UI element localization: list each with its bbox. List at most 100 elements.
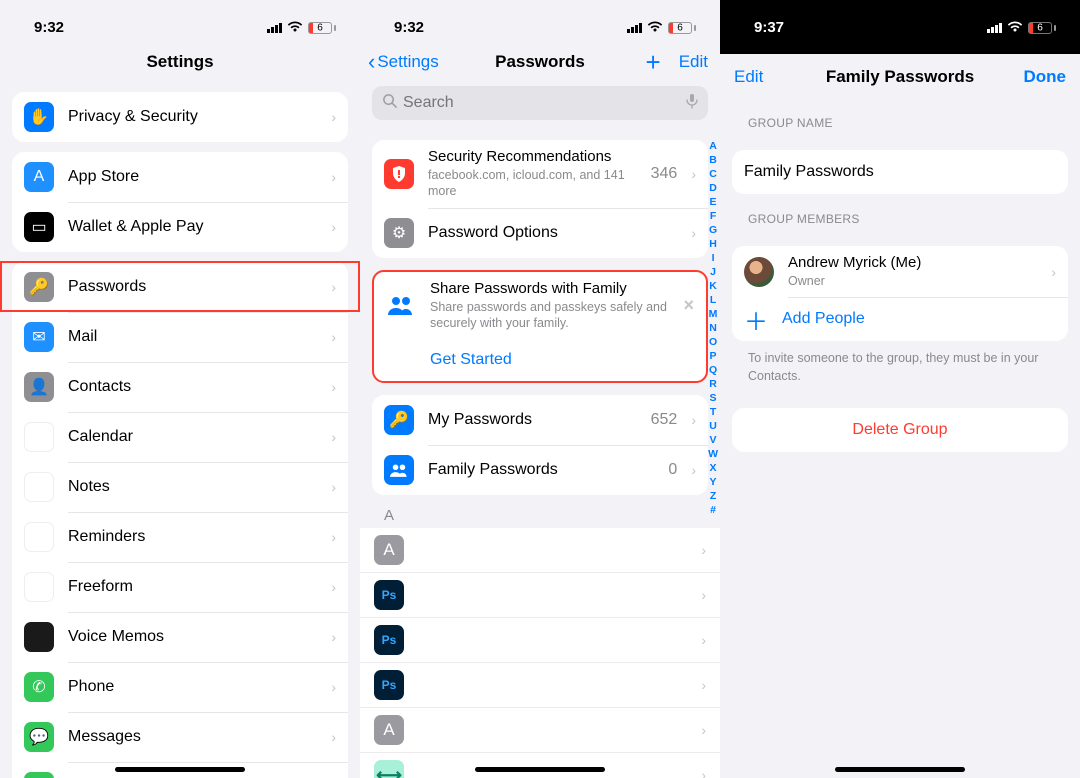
list-item[interactable]: A›: [360, 708, 720, 753]
group-name-input[interactable]: Family Passwords: [732, 150, 1068, 194]
list-item[interactable]: Ps›: [360, 573, 720, 618]
index-letter[interactable]: T: [710, 406, 716, 418]
index-letter[interactable]: X: [710, 462, 717, 474]
index-letter[interactable]: N: [709, 322, 717, 334]
alphabet-index[interactable]: ABCDEFGHIJKLMNOPQRSTUVWXYZ #: [708, 140, 718, 516]
settings-row-freeform[interactable]: Freeform›: [12, 562, 348, 612]
chevron-right-icon: ›: [331, 529, 336, 545]
index-letter[interactable]: A: [709, 140, 717, 152]
chevron-right-icon: ›: [701, 632, 706, 648]
delete-group-button[interactable]: Delete Group: [732, 408, 1068, 452]
edit-button[interactable]: Edit: [679, 52, 708, 72]
index-letter[interactable]: J: [710, 266, 716, 278]
list-item[interactable]: Ps›: [360, 663, 720, 708]
index-letter[interactable]: K: [709, 280, 717, 292]
index-letter[interactable]: Y: [710, 476, 717, 488]
index-letter[interactable]: B: [709, 154, 717, 166]
row-label: Phone: [68, 678, 317, 696]
list-item[interactable]: ⟷›: [360, 753, 720, 778]
share-family-row[interactable]: Share Passwords with Family Share passwo…: [374, 272, 706, 340]
index-letter[interactable]: #: [710, 504, 716, 516]
index-letter[interactable]: P: [710, 350, 717, 362]
settings-row-passwords[interactable]: 🔑Passwords›: [12, 262, 348, 312]
row-label: Wallet & Apple Pay: [68, 218, 317, 236]
list-item[interactable]: A›: [360, 528, 720, 573]
group-pw-lists: 🔑 My Passwords 652 › Family Passwords 0 …: [372, 395, 708, 495]
index-letter[interactable]: R: [709, 378, 717, 390]
my-pw-count: 652: [651, 411, 678, 429]
settings-row-voice-memos[interactable]: Voice Memos›: [12, 612, 348, 662]
reminders-icon: [24, 522, 54, 552]
notes-icon: [24, 472, 54, 502]
chevron-right-icon: ›: [331, 379, 336, 395]
list-item[interactable]: Ps›: [360, 618, 720, 663]
mic-icon[interactable]: [686, 93, 698, 114]
sheet-title: Family Passwords: [826, 67, 974, 87]
settings-row-notes[interactable]: Notes›: [12, 462, 348, 512]
chevron-right-icon: ›: [691, 462, 696, 478]
index-letter[interactable]: L: [710, 294, 716, 306]
index-letter[interactable]: Z: [710, 490, 716, 502]
settings-row-contacts[interactable]: 👤Contacts›: [12, 362, 348, 412]
add-people-button[interactable]: ＋ Add People: [732, 297, 1068, 341]
index-letter[interactable]: C: [709, 168, 717, 180]
index-letter[interactable]: G: [709, 224, 717, 236]
member-row[interactable]: Andrew Myrick (Me) Owner ›: [732, 246, 1068, 297]
settings-row-calendar[interactable]: Calendar›: [12, 412, 348, 462]
index-letter[interactable]: D: [709, 182, 717, 194]
password-options-row[interactable]: ⚙ Password Options ›: [372, 208, 708, 258]
index-letter[interactable]: Q: [709, 364, 717, 376]
index-letter[interactable]: W: [708, 448, 718, 460]
delete-group-cell: Delete Group: [732, 408, 1068, 452]
index-letter[interactable]: M: [709, 308, 718, 320]
row-label: Mail: [68, 328, 317, 346]
index-letter[interactable]: V: [710, 434, 717, 446]
close-icon[interactable]: ×: [683, 295, 694, 316]
home-indicator[interactable]: [835, 767, 965, 772]
chevron-right-icon: ›: [701, 677, 706, 693]
settings-row-app-store[interactable]: AApp Store›: [12, 152, 348, 202]
share-sub: Share passwords and passkeys safely and …: [430, 299, 669, 332]
index-letter[interactable]: I: [712, 252, 715, 264]
settings-scroll[interactable]: ✋Privacy & Security› AApp Store›▭Wallet &…: [0, 84, 360, 778]
home-indicator[interactable]: [115, 767, 245, 772]
sheet-backdrop: [720, 40, 1080, 54]
row-label: Voice Memos: [68, 628, 317, 646]
settings-row-reminders[interactable]: Reminders›: [12, 512, 348, 562]
index-letter[interactable]: F: [710, 210, 716, 222]
search-field[interactable]: [372, 86, 708, 120]
page-title: Settings: [146, 52, 213, 72]
settings-row-wallet-apple-pay[interactable]: ▭Wallet & Apple Pay›: [12, 202, 348, 252]
add-button[interactable]: +: [646, 49, 661, 75]
security-recommendations-row[interactable]: Security Recommendations facebook.com, i…: [372, 140, 708, 208]
site-icon: A: [374, 535, 404, 565]
group-name-header: GROUP NAME: [720, 98, 1080, 136]
screen-settings: 9:32 6 Settings ✋Privacy & Security›AApp…: [0, 0, 360, 778]
member-role: Owner: [788, 273, 1037, 289]
screen-passwords: 9:32 6 ‹ Settings Passwords + Edit: [360, 0, 720, 778]
index-letter[interactable]: H: [709, 238, 717, 250]
done-button[interactable]: Done: [1024, 67, 1067, 87]
get-started-button[interactable]: Get Started: [374, 339, 706, 381]
index-letter[interactable]: O: [709, 336, 717, 348]
back-button[interactable]: ‹ Settings: [368, 51, 439, 73]
family-passwords-row[interactable]: Family Passwords 0 ›: [372, 445, 708, 495]
my-passwords-row[interactable]: 🔑 My Passwords 652 ›: [372, 395, 708, 445]
shield-alert-icon: [384, 159, 414, 189]
settings-row-privacy-security[interactable]: ✋Privacy & Security›: [12, 92, 348, 142]
index-letter[interactable]: U: [709, 420, 717, 432]
index-letter[interactable]: E: [710, 196, 717, 208]
home-indicator[interactable]: [475, 767, 605, 772]
index-letter[interactable]: S: [710, 392, 717, 404]
passwords-scroll[interactable]: Security Recommendations facebook.com, i…: [360, 126, 720, 778]
settings-row-phone[interactable]: ✆Phone›: [12, 662, 348, 712]
edit-button[interactable]: Edit: [734, 67, 763, 87]
search-input[interactable]: [403, 94, 680, 112]
wifi-icon: [1007, 20, 1023, 36]
chevron-right-icon: ›: [701, 722, 706, 738]
phone-icon: ✆: [24, 672, 54, 702]
status-time: 9:37: [754, 19, 784, 36]
settings-row-messages[interactable]: 💬Messages›: [12, 712, 348, 762]
settings-row-mail[interactable]: ✉Mail›: [12, 312, 348, 362]
chevron-right-icon: ›: [331, 109, 336, 125]
